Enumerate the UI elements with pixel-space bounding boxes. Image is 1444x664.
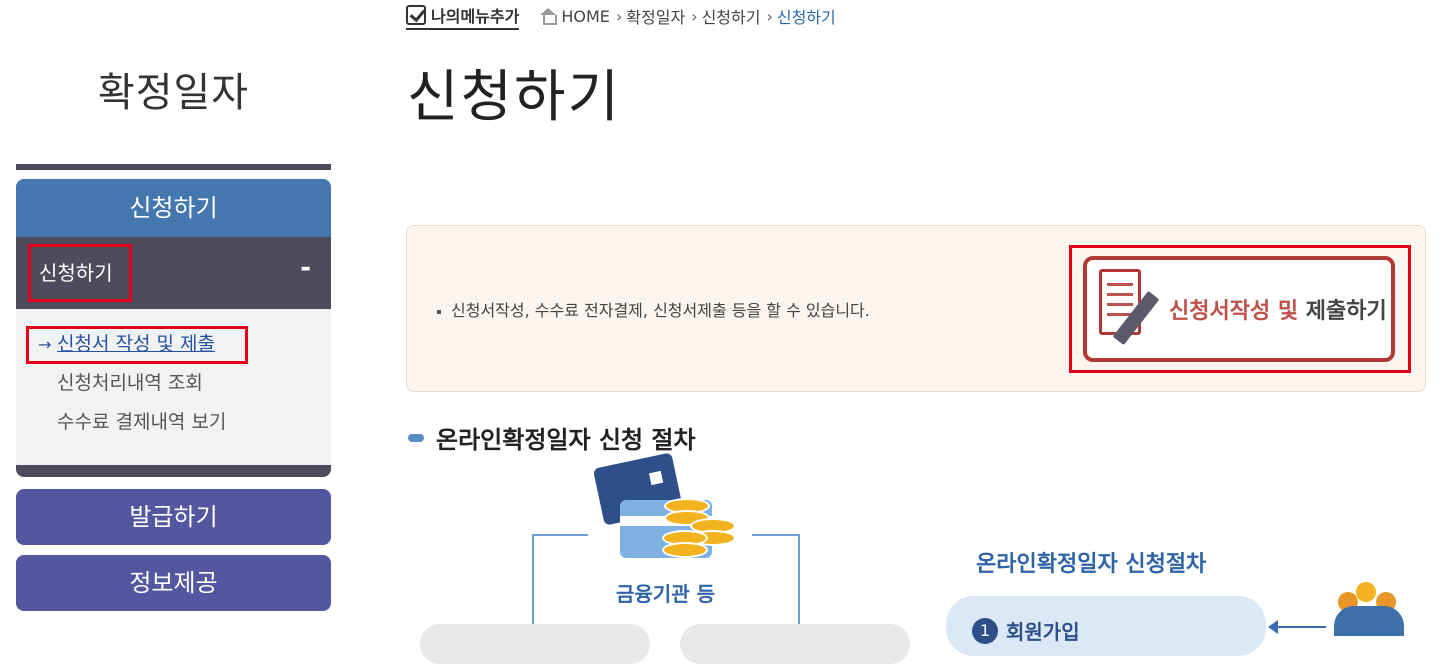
write-and-submit-button[interactable]: 신청서작성 및 제출하기 [1083, 256, 1395, 362]
bullet-icon [437, 309, 441, 314]
section-title: 온라인확정일자 신청 절차 [408, 420, 696, 455]
section-title-text: 온라인확정일자 신청 절차 [436, 426, 696, 454]
chevron-right-icon: › [766, 6, 773, 26]
apply-label-part2: 제출하기 [1305, 299, 1387, 324]
flow-line-right [752, 534, 800, 634]
sidebar-link-history[interactable]: 신청처리내역 조회 [16, 364, 331, 403]
home-icon[interactable] [539, 8, 558, 25]
sidebar-box-footer [16, 465, 331, 477]
coin-icon [662, 542, 708, 558]
chevron-right-icon: › [615, 6, 623, 26]
sidebar-link-write-submit[interactable]: → 신청서 작성 및 제출 [16, 325, 331, 364]
breadcrumb-home[interactable]: HOME [561, 7, 610, 26]
add-my-menu-label: 나의메뉴추가 [431, 6, 520, 26]
sidebar-section-apply[interactable]: 신청하기 [16, 179, 331, 237]
info-text: 신청서작성, 수수료 전자결제, 신청서제출 등을 할 수 있습니다. [451, 301, 870, 320]
chevron-right-icon: › [691, 6, 698, 26]
sidebar-link-list: → 신청서 작성 및 제출 신청처리내역 조회 수수료 결제내역 보기 [16, 309, 331, 442]
sidebar-menu-box: 신청하기 신청하기 - → 신청서 작성 및 제출 신청처리내역 조회 수수료 … [16, 179, 331, 477]
breadcrumb: HOME › 확정일자 › 신청하기 › 신청하기 [539, 4, 836, 28]
breadcrumb-item[interactable]: 확정일자 [626, 4, 685, 28]
flow-line-left [532, 534, 588, 634]
sidebar-link-payments[interactable]: 수수료 결제내역 보기 [16, 403, 331, 442]
info-box: 신청서작성, 수수료 전자결제, 신청서제출 등을 할 수 있습니다. 신청서작… [406, 225, 1426, 392]
apply-label-part1: 신청서작성 및 [1169, 299, 1299, 324]
step-pill [420, 624, 650, 664]
procedure-step: 1 회원가입 [946, 596, 1266, 656]
person-icon [1356, 582, 1376, 602]
breadcrumb-item[interactable]: 신청하기 [702, 4, 761, 28]
step-number: 1 [972, 618, 998, 644]
step-pill [680, 624, 910, 664]
sidebar-menu-info[interactable]: 정보제공 [16, 555, 331, 611]
page-title: 신청하기 [407, 65, 622, 130]
add-my-menu-button[interactable]: 나의메뉴추가 [406, 3, 520, 30]
sidebar-divider [16, 164, 331, 170]
write-and-submit-label: 신청서작성 및 제출하기 [1169, 293, 1387, 325]
info-description: 신청서작성, 수수료 전자결제, 신청서제출 등을 할 수 있습니다. [437, 297, 870, 321]
procedure-title: 온라인확정일자 신청절차 [976, 552, 1207, 577]
arrow-right-icon: → [38, 335, 52, 354]
sidebar-link-label[interactable]: 수수료 결제내역 보기 [57, 411, 226, 433]
checkbox-icon [406, 4, 426, 25]
arrow-left-icon [1268, 620, 1326, 634]
people-group-icon [1334, 606, 1404, 636]
step-label: 회원가입 [1006, 620, 1080, 644]
sidebar-menu-issue[interactable]: 발급하기 [16, 489, 331, 545]
collapse-icon[interactable]: - [300, 253, 311, 283]
document-pen-icon [1099, 269, 1161, 349]
finance-institution-label: 금융기관 등 [616, 582, 715, 606]
breadcrumb-current: 신청하기 [776, 8, 836, 27]
highlight-box [26, 326, 248, 364]
sidebar-submenu-apply[interactable]: 신청하기 - [16, 237, 331, 309]
top-utility-bar: 나의메뉴추가 HOME › 확정일자 › 신청하기 › 신청하기 [406, 3, 836, 30]
sidebar-title: 확정일자 [97, 70, 250, 116]
sidebar-link-label[interactable]: 신청처리내역 조회 [57, 372, 203, 394]
section-bullet-icon [408, 433, 424, 442]
sidebar-submenu-label[interactable]: 신청하기 [28, 244, 132, 302]
